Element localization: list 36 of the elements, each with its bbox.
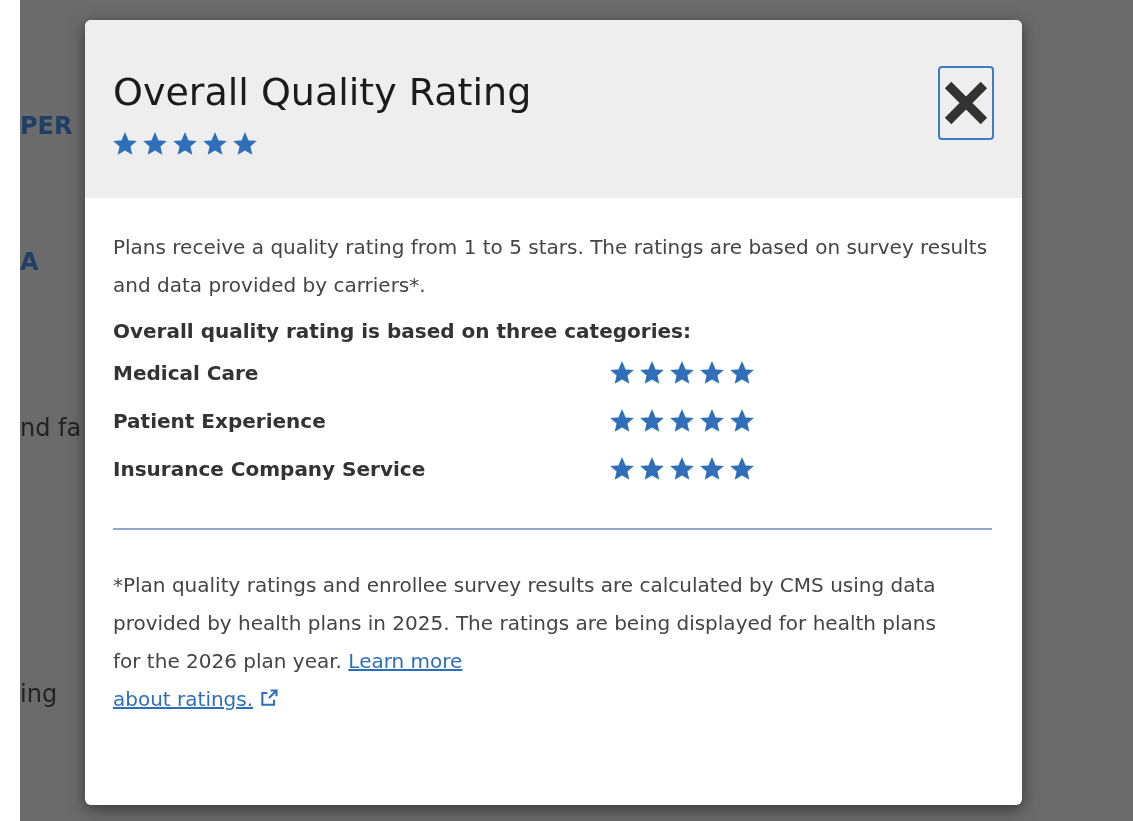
star-icon	[610, 361, 634, 385]
star-icon	[640, 361, 664, 385]
background-link-text: A	[20, 247, 40, 278]
star-icon	[640, 409, 664, 433]
categories-heading: Overall quality rating is based on three categories:	[113, 318, 692, 345]
star-icon	[670, 457, 694, 481]
star-icon	[233, 132, 257, 156]
intro-paragraph: Plans receive a quality rating from 1 to 5 stars. The ratings are based on survey results and data provided by carriers*.	[113, 234, 989, 299]
star-icon	[610, 457, 634, 481]
star-icon	[730, 409, 754, 433]
background-text: ing	[20, 679, 59, 710]
star-icon	[700, 409, 724, 433]
learn-more-link[interactable]: about ratings.	[113, 687, 254, 711]
category-label: Patient Experience	[113, 408, 327, 435]
star-icon	[610, 409, 634, 433]
close-button[interactable]	[938, 66, 994, 140]
star-icon	[670, 409, 694, 433]
star-icon	[640, 457, 664, 481]
star-icon	[143, 132, 167, 156]
learn-more-link[interactable]: Learn more	[348, 649, 463, 673]
background-link-text: PER	[20, 111, 74, 142]
external-link-icon	[259, 688, 280, 708]
category-label: Insurance Company Service	[113, 456, 427, 483]
background-text: nd fa	[20, 413, 83, 444]
footnote-paragraph: *Plan quality ratings and enrollee survey results are calculated by CMS using data provided by health plans in 2025. The ratings are being displayed for health plans for the 2026 plan year. Learn more about ratings.	[113, 572, 937, 713]
category-label: Medical Care	[113, 360, 260, 387]
star-icon	[700, 361, 724, 385]
star-icon	[700, 457, 724, 481]
star-icon	[173, 132, 197, 156]
star-icon	[670, 361, 694, 385]
close-icon	[944, 81, 988, 125]
star-icon	[730, 361, 754, 385]
star-icon	[730, 457, 754, 481]
star-icon	[203, 132, 227, 156]
star-icon	[113, 132, 137, 156]
dialog-title: Overall Quality Rating	[113, 69, 532, 116]
